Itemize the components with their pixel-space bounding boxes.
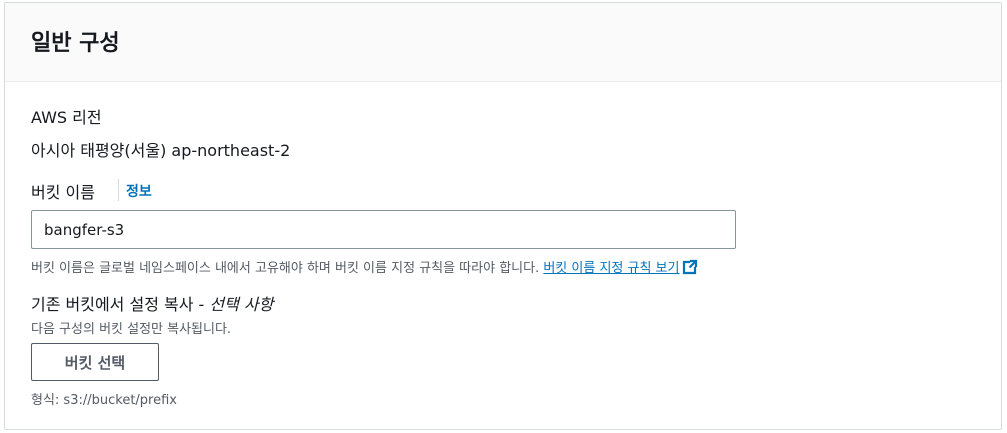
panel-title: 일반 구성 xyxy=(31,31,120,56)
copy-settings-optional: 선택 사항 xyxy=(209,295,274,314)
bucket-name-label: 버킷 이름 xyxy=(31,183,95,202)
copy-settings-description: 다음 구성의 버킷 설정만 복사됩니다. xyxy=(31,322,232,337)
external-link-icon[interactable] xyxy=(682,259,698,275)
format-hint: 형식: s3://bucket/prefix xyxy=(31,393,177,408)
bucket-name-input[interactable] xyxy=(31,210,736,249)
region-label: AWS 리전 xyxy=(31,108,102,127)
choose-bucket-button[interactable]: 버킷 선택 xyxy=(31,343,159,381)
region-value: 아시아 태평양(서울) ap-northeast-2 xyxy=(31,141,291,160)
info-divider xyxy=(118,179,119,201)
panel-header: 일반 구성 xyxy=(5,3,1001,82)
info-link[interactable]: 정보 xyxy=(126,181,152,201)
copy-settings-label: 기존 버킷에서 설정 복사 - 선택 사항 xyxy=(31,291,273,315)
general-configuration-panel: 일반 구성 AWS 리전 아시아 태평양(서울) ap-northeast-2 … xyxy=(4,2,1002,430)
bucket-name-hint-text: 버킷 이름은 글로벌 네임스페이스 내에서 고유해야 하며 버킷 이름 지정 규… xyxy=(31,261,544,276)
naming-rules-link[interactable]: 버킷 이름 지정 규칙 보기 xyxy=(543,259,698,276)
copy-settings-label-main: 기존 버킷에서 설정 복사 - xyxy=(31,295,210,314)
bucket-name-hint: 버킷 이름은 글로벌 네임스페이스 내에서 고유해야 하며 버킷 이름 지정 규… xyxy=(31,257,698,276)
naming-rules-link-text[interactable]: 버킷 이름 지정 규칙 보기 xyxy=(543,261,679,276)
